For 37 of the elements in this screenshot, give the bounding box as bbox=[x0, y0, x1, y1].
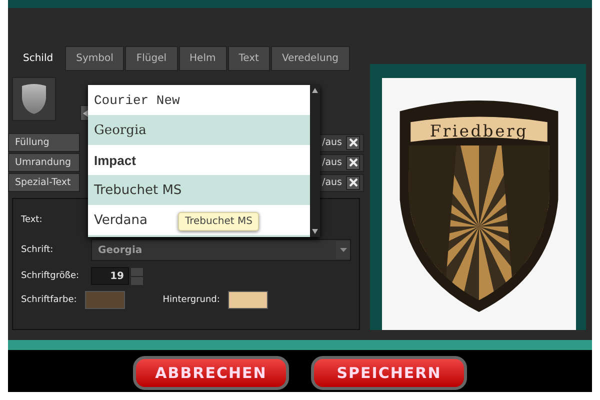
font-size-field[interactable]: 19 bbox=[91, 267, 129, 285]
toggle-control[interactable]: /aus bbox=[318, 154, 364, 172]
tab[interactable]: Helm bbox=[178, 46, 227, 71]
font-option[interactable]: Verdana bbox=[88, 205, 154, 235]
layer-button[interactable]: Füllung bbox=[8, 133, 80, 152]
font-option[interactable]: Georgia bbox=[88, 115, 152, 145]
field-label: Hintergrund: bbox=[162, 295, 220, 305]
toggle-control[interactable]: /aus bbox=[318, 134, 364, 152]
remove-button[interactable] bbox=[346, 156, 360, 170]
tab[interactable]: Symbol bbox=[65, 46, 124, 71]
caret-icon bbox=[340, 248, 346, 252]
tab[interactable]: Veredelung bbox=[270, 46, 350, 71]
scroll-up-icon[interactable] bbox=[312, 88, 318, 93]
action-button[interactable]: ABBRECHEN bbox=[133, 356, 289, 390]
shield-thumbnail[interactable] bbox=[12, 77, 56, 121]
tab[interactable]: Text bbox=[228, 46, 270, 71]
layer-button[interactable]: Spezial-Text bbox=[8, 173, 80, 192]
field-label: Schriftgröße: bbox=[21, 271, 80, 281]
remove-button[interactable] bbox=[346, 176, 360, 190]
field-label: Schriftfarbe: bbox=[21, 295, 77, 305]
scroll-down-icon[interactable] bbox=[312, 229, 318, 234]
tooltip: Trebuchet MS bbox=[178, 212, 260, 231]
color-swatch[interactable] bbox=[84, 291, 125, 309]
field-label: Text: bbox=[21, 215, 44, 225]
font-option[interactable]: Courier New bbox=[88, 85, 186, 115]
left-arrow-icon bbox=[82, 110, 88, 116]
action-button[interactable]: SPEICHERN bbox=[311, 356, 467, 390]
toggle-control[interactable]: /aus bbox=[318, 174, 364, 192]
remove-button[interactable] bbox=[346, 136, 360, 150]
tab[interactable]: Flügel bbox=[125, 46, 178, 71]
color-swatch[interactable] bbox=[228, 291, 268, 309]
scrollbar[interactable] bbox=[310, 85, 320, 237]
font-select[interactable]: Georgia bbox=[91, 239, 351, 261]
font-option[interactable]: Impact bbox=[88, 145, 142, 175]
field-label: Schrift: bbox=[21, 245, 54, 255]
font-option[interactable]: Trebuchet MS bbox=[88, 175, 188, 205]
layer-button[interactable]: Umrandung bbox=[8, 153, 80, 172]
